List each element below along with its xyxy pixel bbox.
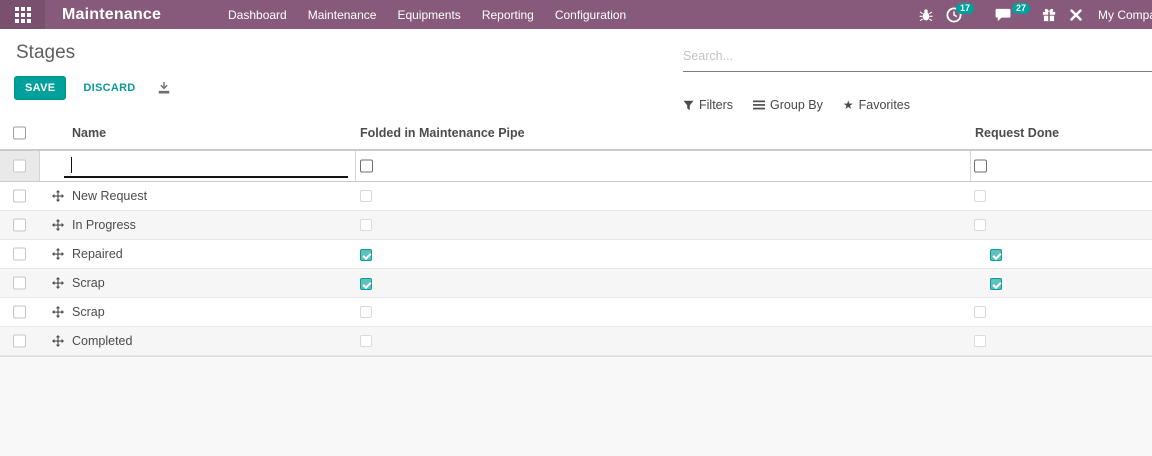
request-done-checkbox[interactable]: [990, 249, 1003, 261]
control-panel: Stages SAVE DISCARD Filters Group By ★ F…: [0, 29, 1152, 117]
request-done-checkbox[interactable]: [990, 278, 1003, 290]
cell-divider: [970, 151, 971, 181]
topbar: Maintenance Dashboard Maintenance Equipm…: [0, 0, 1152, 29]
stage-name: Scrap: [72, 276, 105, 290]
stage-name: New Request: [72, 189, 148, 203]
row-select-checkbox[interactable]: [13, 189, 26, 203]
table-body: New Request In Progress Repaired Scrap S…: [0, 182, 1152, 356]
table-row[interactable]: New Request: [0, 182, 1152, 211]
table-row[interactable]: Repaired: [0, 240, 1152, 269]
row-select-checkbox[interactable]: [13, 334, 26, 348]
user-menu[interactable]: My Company: [1098, 8, 1152, 22]
gift-icon: [1042, 8, 1056, 21]
folded-checkbox[interactable]: [360, 190, 372, 202]
discard-button[interactable]: DISCARD: [83, 82, 135, 94]
menu-item-dashboard[interactable]: Dashboard: [228, 8, 287, 22]
menu-item-reporting[interactable]: Reporting: [482, 8, 534, 22]
tools-cross-icon: [1070, 8, 1082, 21]
column-header-request-done[interactable]: Request Done: [975, 126, 1059, 140]
group-by-lines-icon: [753, 100, 766, 110]
request-done-checkbox[interactable]: [974, 219, 986, 231]
group-by-button[interactable]: Group By: [753, 98, 823, 112]
menu-item-configuration[interactable]: Configuration: [555, 8, 626, 22]
menu-item-maintenance[interactable]: Maintenance: [308, 8, 377, 22]
activities-badge[interactable]: 17: [956, 3, 975, 14]
filters-button[interactable]: Filters: [683, 98, 733, 112]
stage-name: Completed: [72, 334, 133, 348]
move-arrows-icon: [52, 219, 64, 231]
filter-funnel-icon: [683, 100, 694, 110]
drag-handle[interactable]: [52, 248, 64, 260]
table-row[interactable]: Scrap: [0, 298, 1152, 327]
row-select-checkbox[interactable]: [13, 247, 26, 261]
drag-handle[interactable]: [52, 277, 64, 289]
row-select-checkbox[interactable]: [13, 159, 26, 173]
folded-checkbox[interactable]: [360, 335, 372, 347]
request-done-checkbox[interactable]: [974, 335, 986, 347]
search-input[interactable]: [683, 41, 1152, 71]
drag-handle[interactable]: [52, 306, 64, 318]
select-all-checkbox[interactable]: [13, 126, 26, 140]
breadcrumb: Stages: [16, 42, 76, 63]
drag-handle[interactable]: [52, 190, 64, 202]
folded-checkbox[interactable]: [360, 249, 372, 261]
apps-menu-button[interactable]: [0, 0, 45, 29]
content-background: [0, 356, 1152, 456]
apps-grid-icon: [14, 6, 31, 23]
stage-name: Repaired: [72, 247, 123, 261]
folded-checkbox[interactable]: [360, 159, 373, 173]
favorites-label: Favorites: [858, 98, 911, 112]
row-select-checkbox[interactable]: [13, 276, 26, 290]
search-box: [683, 41, 1152, 72]
column-header-name[interactable]: Name: [72, 126, 106, 140]
rewards-button[interactable]: [1042, 8, 1056, 22]
table-row[interactable]: Completed: [0, 327, 1152, 356]
table-header: Name Folded in Maintenance Pipe Request …: [0, 117, 1152, 150]
export-button[interactable]: [157, 81, 171, 95]
folded-checkbox[interactable]: [360, 306, 372, 318]
table-row[interactable]: Scrap: [0, 269, 1152, 298]
download-icon: [158, 81, 169, 94]
screen: Maintenance Dashboard Maintenance Equipm…: [0, 0, 1152, 456]
request-done-checkbox[interactable]: [974, 159, 987, 173]
messages-badge[interactable]: 27: [1012, 3, 1031, 14]
group-by-label: Group By: [770, 98, 823, 112]
column-header-folded[interactable]: Folded in Maintenance Pipe: [360, 126, 525, 140]
stage-name-input[interactable]: [64, 153, 348, 176]
folded-checkbox[interactable]: [360, 278, 372, 290]
text-caret: [71, 157, 72, 173]
star-icon: ★: [842, 98, 854, 112]
new-stage-edit-row: [0, 150, 1152, 182]
app-brand[interactable]: Maintenance: [62, 6, 161, 24]
move-arrows-icon: [52, 277, 64, 289]
favorites-button[interactable]: ★ Favorites: [843, 98, 910, 112]
stage-name: In Progress: [72, 218, 136, 232]
drag-handle[interactable]: [52, 219, 64, 231]
move-arrows-icon: [52, 248, 64, 260]
bug-icon: [919, 8, 933, 21]
debug-button[interactable]: [919, 8, 933, 22]
drag-handle[interactable]: [52, 335, 64, 347]
move-arrows-icon: [52, 190, 64, 202]
filters-label: Filters: [699, 98, 734, 112]
row-select-checkbox[interactable]: [13, 305, 26, 319]
control-panel-buttons: SAVE DISCARD: [14, 76, 171, 100]
messages-button[interactable]: [995, 8, 1011, 22]
folded-checkbox[interactable]: [360, 219, 372, 231]
menu-item-equipments[interactable]: Equipments: [397, 8, 460, 22]
stage-name: Scrap: [72, 305, 105, 319]
cell-divider: [355, 151, 356, 181]
request-done-checkbox[interactable]: [974, 190, 986, 202]
row-select-checkbox[interactable]: [13, 218, 26, 232]
main-menu: Dashboard Maintenance Equipments Reporti…: [228, 0, 626, 29]
chat-icon: [995, 8, 1011, 21]
move-arrows-icon: [52, 306, 64, 318]
request-done-checkbox[interactable]: [974, 306, 986, 318]
move-arrows-icon: [52, 335, 64, 347]
table-row[interactable]: In Progress: [0, 211, 1152, 240]
stage-name-field: [64, 153, 348, 178]
tools-button[interactable]: [1070, 8, 1082, 21]
save-button[interactable]: SAVE: [14, 76, 67, 100]
search-tools: Filters Group By ★ Favorites: [683, 98, 910, 112]
